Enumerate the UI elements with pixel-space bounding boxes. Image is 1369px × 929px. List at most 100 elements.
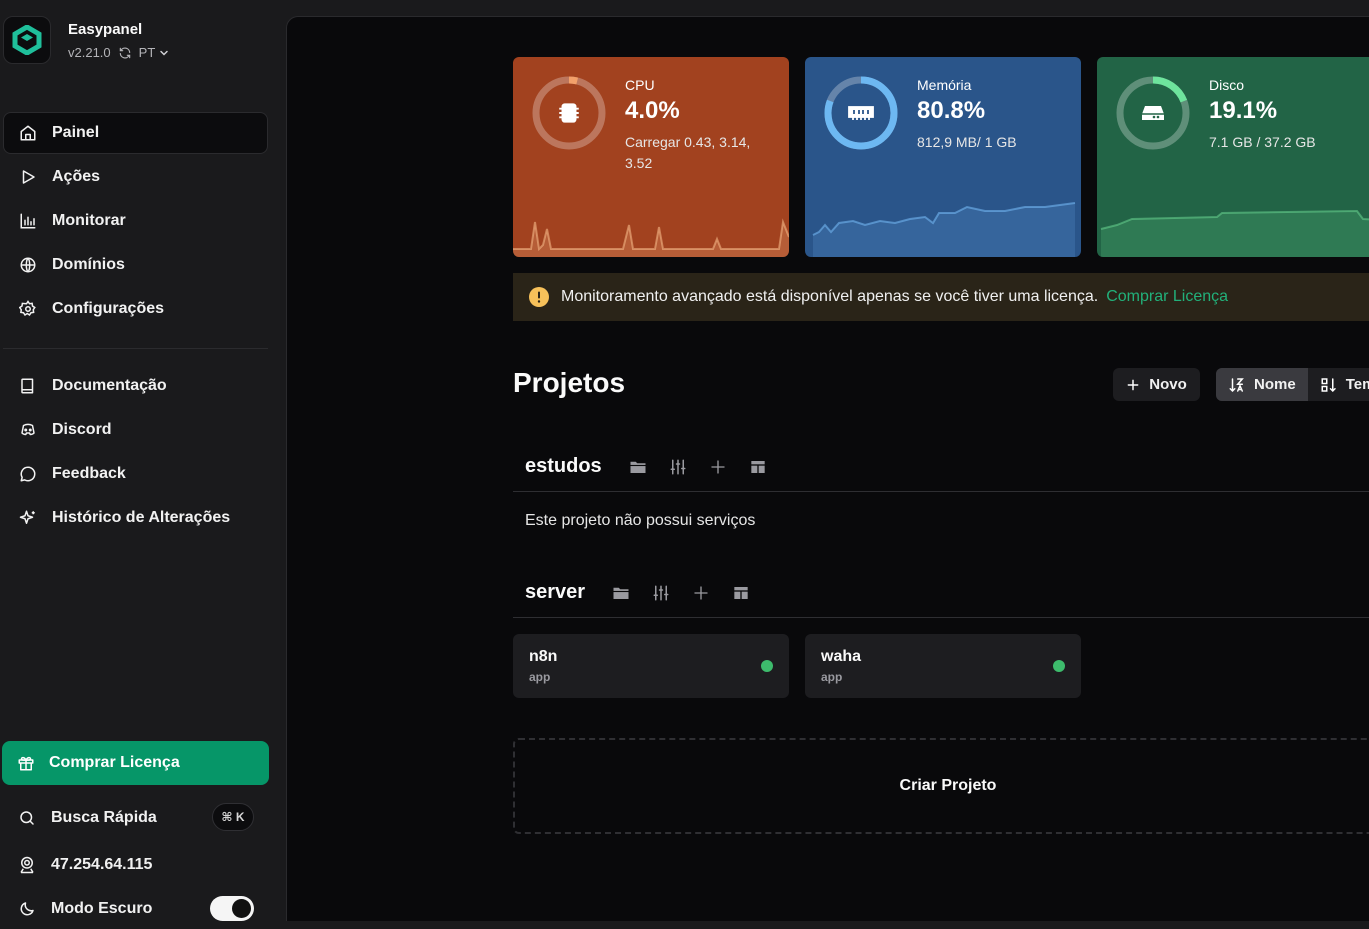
service-type: app bbox=[821, 670, 843, 684]
service-type: app bbox=[529, 670, 551, 684]
nav-item-feedback[interactable]: Feedback bbox=[3, 453, 268, 495]
disk-value: 19.1% bbox=[1209, 97, 1278, 124]
service-card-waha[interactable]: waha app bbox=[805, 634, 1081, 698]
language-selector[interactable]: PT bbox=[139, 45, 171, 60]
plus-icon bbox=[1126, 378, 1140, 392]
buy-license-link[interactable]: Comprar Licença bbox=[1106, 288, 1228, 306]
brand: Easypanel v2.21.0 PT bbox=[3, 16, 170, 64]
service-name: n8n bbox=[529, 648, 558, 665]
main-content: CPU 4.0% Carregar 0.43, 3.14, 3.52 Memór… bbox=[286, 16, 1369, 921]
nav-label: Domínios bbox=[52, 256, 125, 273]
nav-item-discord[interactable]: Discord bbox=[3, 409, 268, 451]
nav-item-monitorar[interactable]: Monitorar bbox=[3, 200, 268, 242]
refresh-icon[interactable] bbox=[118, 46, 132, 60]
app-name: Easypanel bbox=[68, 21, 143, 38]
buy-license-button[interactable]: Comprar Licença bbox=[2, 741, 269, 785]
cpu-load: Carregar 0.43, 3.14, 3.52 bbox=[625, 134, 751, 171]
sort-by-name-button[interactable]: Nome bbox=[1216, 368, 1308, 401]
nav-item-configuracoes[interactable]: Configurações bbox=[3, 288, 268, 330]
user-location-icon bbox=[17, 855, 37, 875]
sort-alpha-icon bbox=[1228, 376, 1246, 394]
bar-chart-icon bbox=[18, 211, 38, 231]
language-label: PT bbox=[138, 45, 156, 60]
sort-group: Nome Tempo bbox=[1216, 368, 1369, 401]
cpu-stat-card[interactable]: CPU 4.0% Carregar 0.43, 3.14, 3.52 bbox=[513, 57, 789, 257]
memory-sparkline bbox=[812, 202, 1076, 257]
disk-sparkline bbox=[1100, 209, 1369, 257]
memory-usage: 812,9 MB/ 1 GB bbox=[917, 134, 1017, 150]
nav-label: Documentação bbox=[52, 377, 167, 394]
template-icon[interactable] bbox=[738, 459, 778, 475]
nav-item-painel[interactable]: Painel bbox=[3, 112, 268, 154]
nav-label: Histórico de Alterações bbox=[52, 509, 231, 526]
app-version: v2.21.0 bbox=[68, 45, 111, 60]
server-ip-label: 47.254.64.115 bbox=[51, 856, 153, 873]
resources-nav: Documentação Discord Feedback Histórico … bbox=[3, 365, 268, 541]
easypanel-logo-icon[interactable] bbox=[3, 16, 51, 64]
main-nav: Painel Ações Monitorar Domínios Configur… bbox=[3, 112, 268, 332]
nav-item-dominios[interactable]: Domínios bbox=[3, 244, 268, 286]
license-alert: Monitoramento avançado está disponível a… bbox=[513, 273, 1369, 321]
project-name[interactable]: estudos bbox=[525, 455, 602, 478]
server-ip[interactable]: 47.254.64.115 bbox=[3, 845, 268, 885]
create-project-label: Criar Projeto bbox=[899, 777, 997, 794]
disk-label: Disco bbox=[1209, 77, 1245, 93]
home-icon bbox=[18, 123, 38, 143]
memory-label: Memória bbox=[917, 77, 972, 93]
project-header-estudos: estudos bbox=[513, 442, 1369, 492]
template-icon[interactable] bbox=[721, 585, 761, 601]
nav-label: Ações bbox=[52, 168, 101, 185]
status-dot bbox=[1053, 660, 1065, 672]
nav-label: Painel bbox=[52, 124, 100, 141]
gear-icon bbox=[18, 299, 38, 319]
service-name: waha bbox=[821, 648, 862, 665]
disk-stat-card[interactable]: Disco 19.1% 7.1 GB / 37.2 GB bbox=[1097, 57, 1369, 257]
new-button-label: Novo bbox=[1149, 376, 1187, 393]
sort-by-time-button[interactable]: Tempo bbox=[1308, 368, 1369, 401]
sidebar: Easypanel v2.21.0 PT Painel Ações Monito… bbox=[0, 0, 286, 921]
sort-name-label: Nome bbox=[1254, 376, 1296, 393]
dark-mode-row: Modo Escuro bbox=[3, 889, 268, 929]
create-project-button[interactable]: Criar Projeto bbox=[513, 738, 1369, 834]
nav-label: Feedback bbox=[52, 465, 126, 482]
globe-icon bbox=[18, 255, 38, 275]
alert-message: Monitoramento avançado está disponível a… bbox=[561, 288, 1099, 305]
project-header-server: server bbox=[513, 568, 1369, 618]
memory-value: 80.8% bbox=[917, 97, 986, 124]
cpu-value: 4.0% bbox=[625, 97, 680, 124]
sparkles-icon bbox=[18, 508, 38, 528]
discord-icon bbox=[18, 420, 38, 440]
buy-license-label: Comprar Licença bbox=[49, 754, 180, 771]
sliders-icon[interactable] bbox=[658, 458, 698, 476]
cpu-label: CPU bbox=[625, 77, 655, 93]
book-icon bbox=[18, 376, 38, 396]
chevron-down-icon bbox=[160, 50, 169, 56]
gift-icon bbox=[17, 754, 35, 772]
plus-icon[interactable] bbox=[698, 459, 738, 475]
quick-search-button[interactable]: Busca Rápida ⌘ K bbox=[3, 798, 268, 838]
warning-icon bbox=[529, 287, 549, 307]
cpu-sparkline bbox=[513, 218, 789, 257]
nav-label: Monitorar bbox=[52, 212, 126, 229]
nav-item-acoes[interactable]: Ações bbox=[3, 156, 268, 198]
plus-icon[interactable] bbox=[681, 585, 721, 601]
folder-icon[interactable] bbox=[601, 585, 641, 601]
search-icon bbox=[17, 808, 37, 828]
nav-item-historico[interactable]: Histórico de Alterações bbox=[3, 497, 268, 539]
sliders-icon[interactable] bbox=[641, 584, 681, 602]
shortcut-badge: ⌘ K bbox=[212, 803, 254, 831]
dark-mode-label: Modo Escuro bbox=[51, 900, 153, 917]
hard-drive-icon bbox=[1114, 74, 1192, 152]
project-name[interactable]: server bbox=[525, 581, 585, 604]
nav-label: Discord bbox=[52, 421, 112, 438]
service-card-n8n[interactable]: n8n app bbox=[513, 634, 789, 698]
memory-stat-card[interactable]: Memória 80.8% 812,9 MB/ 1 GB bbox=[805, 57, 1081, 257]
sidebar-divider bbox=[3, 348, 268, 349]
sort-time-label: Tempo bbox=[1345, 376, 1369, 393]
folder-icon[interactable] bbox=[618, 459, 658, 475]
status-dot bbox=[761, 660, 773, 672]
dark-mode-toggle[interactable] bbox=[210, 896, 254, 921]
nav-label: Configurações bbox=[52, 300, 165, 317]
nav-item-documentacao[interactable]: Documentação bbox=[3, 365, 268, 407]
new-project-button[interactable]: Novo bbox=[1113, 368, 1200, 401]
